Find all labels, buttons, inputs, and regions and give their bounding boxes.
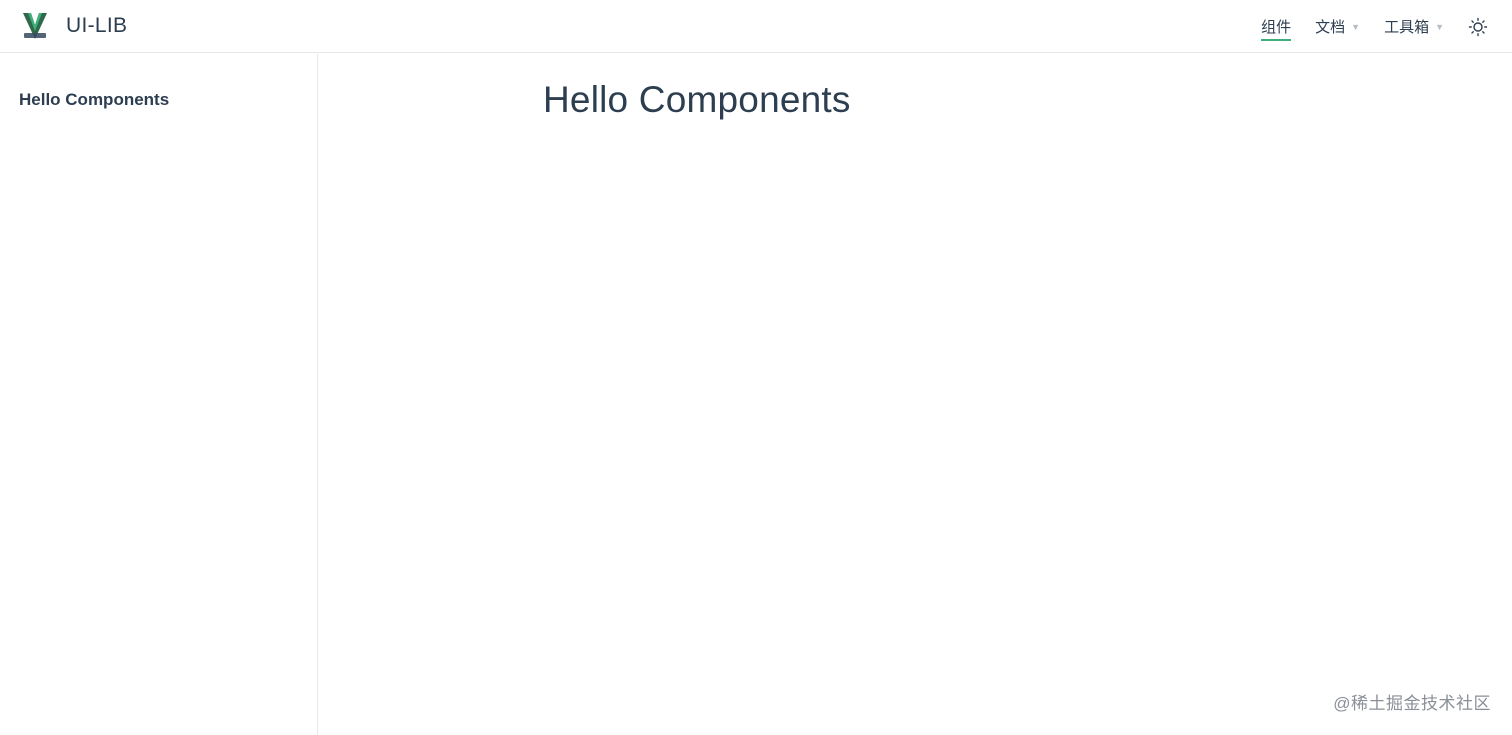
top-navbar: UI-LIB 组件 文档 ▼ 工具箱 ▼ — [0, 0, 1512, 53]
nav-item-docs[interactable]: 文档 ▼ — [1315, 0, 1360, 53]
caret-down-icon: ▼ — [1435, 21, 1444, 32]
brand-link[interactable]: UI-LIB — [20, 11, 127, 41]
nav-item-label: 组件 — [1261, 16, 1292, 41]
sidebar: Hello Components — [0, 54, 318, 735]
nav-item-label: 工具箱 — [1384, 19, 1430, 36]
sidebar-item-hello-components[interactable]: Hello Components — [19, 90, 169, 110]
sun-icon — [1468, 17, 1488, 36]
logo-icon — [23, 13, 47, 39]
caret-down-icon: ▼ — [1351, 21, 1361, 32]
main-nav: 组件 文档 ▼ 工具箱 ▼ — [1237, 0, 1488, 53]
app-title: UI-LIB — [66, 14, 128, 37]
nav-item-label: 文档 — [1315, 19, 1346, 36]
watermark: @稀土掘金技术社区 — [1333, 694, 1491, 713]
nav-item-toolbox[interactable]: 工具箱 ▼ — [1384, 0, 1444, 53]
page-title: Hello Components — [543, 79, 851, 120]
main-content: Hello Components — [319, 54, 1512, 735]
nav-item-components[interactable]: 组件 — [1261, 0, 1292, 53]
theme-toggle-button[interactable] — [1468, 17, 1488, 37]
